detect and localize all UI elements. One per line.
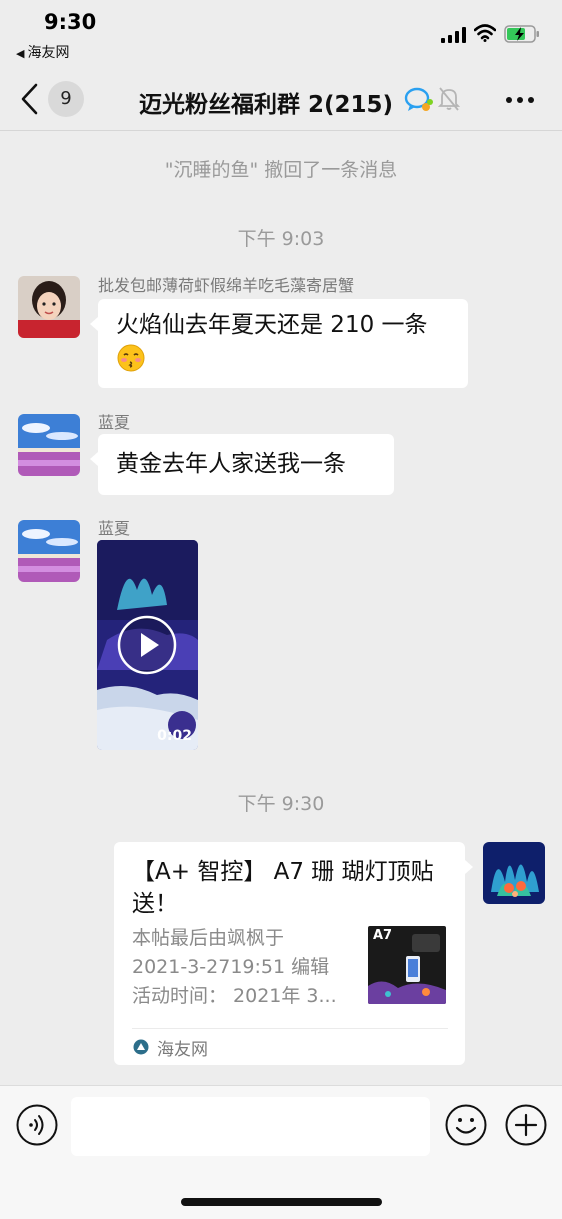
cellular-signal-icon <box>441 27 466 43</box>
avatar[interactable] <box>18 414 80 476</box>
battery-charging-icon <box>504 25 539 43</box>
landscape-photo-icon <box>18 520 80 582</box>
status-time: 9:30 <box>44 10 97 34</box>
message-bubble[interactable]: 火焰仙去年夏天还是 210 一条 <box>90 299 468 388</box>
avatar[interactable] <box>18 276 80 338</box>
group-chat-icon <box>404 87 433 111</box>
header-divider <box>0 130 562 131</box>
card-desc-line: 本帖最后由飒枫于 <box>132 927 285 949</box>
timestamp: 下午 9:30 <box>237 793 325 815</box>
message-text: 火焰仙去年夏天还是 210 一条 <box>116 312 428 338</box>
mute-bell-icon <box>438 87 460 111</box>
home-indicator[interactable] <box>181 1198 382 1206</box>
card-thumbnail: A7 <box>368 926 446 1004</box>
card-desc-line: 2021-3-2719:51 编辑 <box>132 956 330 978</box>
voice-icon[interactable] <box>16 1104 58 1146</box>
video-duration: 0:02 <box>157 728 192 744</box>
thumb-label: A7 <box>373 928 393 943</box>
recall-notice: "沉睡的鱼" 撤回了一条消息 <box>164 159 398 181</box>
child-portrait-icon <box>18 276 80 338</box>
back-to-app-link[interactable]: ◀ 海友网 <box>16 42 69 62</box>
message-bubble[interactable]: 黄金去年人家送我一条 <box>90 434 394 495</box>
back-chevron-icon[interactable] <box>18 82 42 116</box>
card-desc-line: 活动时间： 2021年 3... <box>132 985 337 1007</box>
more-options-icon[interactable] <box>505 96 535 104</box>
coral-photo-icon <box>483 842 545 904</box>
avatar-self[interactable] <box>483 842 545 904</box>
message-text: 黄金去年人家送我一条 <box>116 451 346 477</box>
timestamp: 下午 9:03 <box>237 228 325 250</box>
back-arrow-icon: ◀ <box>16 47 25 60</box>
video-message[interactable]: 0:02 <box>97 540 198 750</box>
emoji-icon[interactable] <box>445 1104 487 1146</box>
wifi-icon <box>474 24 496 42</box>
card-description: 本帖最后由飒枫于 2021-3-2719:51 编辑 活动时间： 2021年 3… <box>132 924 352 1011</box>
card-title: 【A+ 智控】 A7 珊 瑚灯顶贴送！ <box>132 859 434 917</box>
message-input[interactable] <box>71 1097 430 1156</box>
sender-name: 蓝夏 <box>98 519 131 538</box>
card-source: 海友网 <box>157 1040 208 1060</box>
play-icon[interactable] <box>117 615 177 675</box>
landscape-photo-icon <box>18 414 80 476</box>
chat-title[interactable]: 迈光粉丝福利群 2(215) <box>139 85 393 119</box>
avatar[interactable] <box>18 520 80 582</box>
kissing-face-emoji-icon <box>117 344 145 371</box>
sender-name: 批发包邮薄荷虾假绵羊吃毛藻寄居蟹 <box>98 276 355 295</box>
card-divider <box>132 1028 448 1029</box>
plus-icon[interactable] <box>505 1104 547 1146</box>
sender-name: 蓝夏 <box>98 413 131 432</box>
source-logo-icon <box>133 1039 149 1055</box>
unread-count-badge[interactable]: 9 <box>48 81 84 117</box>
link-card[interactable]: 【A+ 智控】 A7 珊 瑚灯顶贴送！ 本帖最后由飒枫于 2021-3-2719… <box>114 842 473 1065</box>
back-app-label: 海友网 <box>27 45 70 61</box>
